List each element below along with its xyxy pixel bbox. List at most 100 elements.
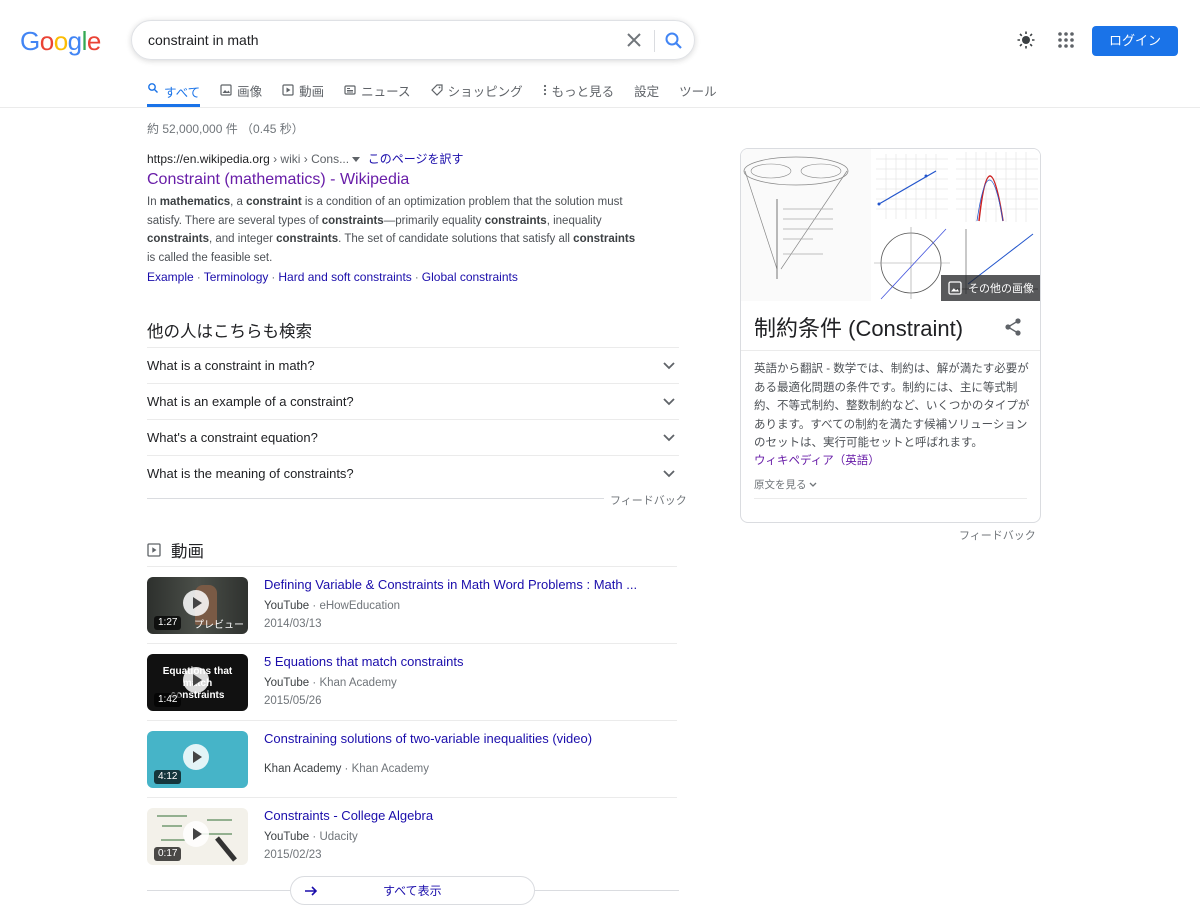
search-icon <box>148 83 158 93</box>
paa-question[interactable]: What is a constraint in math? <box>147 347 679 383</box>
video-date: 2015/02/23 <box>264 849 322 861</box>
sitelinks: Example · Terminology · Hard and soft constr… <box>147 270 518 284</box>
video-duration: 4:12 <box>154 770 182 784</box>
chevron-down-icon <box>663 361 675 369</box>
video-platform: YouTube <box>264 831 310 843</box>
search-box[interactable]: constraint in math <box>131 20 695 60</box>
result-citation: https://en.wikipedia.org › wiki › Cons..… <box>147 150 464 167</box>
tab-label: 動画 <box>299 84 325 99</box>
circle-chart-thumbnail <box>872 225 952 301</box>
google-logo[interactable]: Google <box>20 26 101 57</box>
knowledge-panel-feedback-link[interactable]: フィードバック <box>959 527 1036 543</box>
tab-all[interactable]: すべて <box>147 80 201 107</box>
video-duration: 1:42 <box>154 693 182 707</box>
tab-label: すべて <box>164 86 201 100</box>
image-icon <box>948 281 962 295</box>
result-path: › wiki › Cons... <box>269 152 353 166</box>
tag-icon <box>430 84 443 96</box>
video-channel: Udacity <box>319 831 358 843</box>
logo-letter: e <box>86 26 101 56</box>
video-source: YouTube · eHowEducation <box>264 600 400 612</box>
search-icon[interactable] <box>662 29 686 53</box>
tab-label: ニュース <box>361 84 411 99</box>
translate-link[interactable]: このページを訳す <box>368 152 464 166</box>
video-source: YouTube · Khan Academy <box>264 677 397 689</box>
parabola-chart-thumbnail <box>953 149 1040 224</box>
more-icon <box>543 84 546 96</box>
result-stats: 約 52,000,000 件 （0.45 秒） <box>147 122 304 136</box>
chevron-down-icon <box>663 469 675 477</box>
caret-down-icon[interactable] <box>352 157 361 163</box>
share-icon[interactable] <box>1003 317 1023 337</box>
close-icon[interactable] <box>622 28 646 52</box>
diagram-thumbnail <box>741 149 871 301</box>
video-thumbnail[interactable]: 4:12 <box>147 731 248 788</box>
search-divider <box>654 30 655 52</box>
video-thumbnail[interactable]: Equations that match constraints 1:42 <box>147 654 248 711</box>
sitelink[interactable]: Terminology <box>204 270 269 284</box>
video-icon <box>282 84 294 96</box>
logo-letter: o <box>53 26 68 56</box>
video-title[interactable]: 5 Equations that match constraints <box>264 654 463 669</box>
video-date: 2015/05/26 <box>264 695 322 707</box>
paa-question[interactable]: What's a constraint equation? <box>147 419 679 455</box>
paa-question[interactable]: What is an example of a constraint? <box>147 383 679 419</box>
video-item[interactable]: 0:17 Constraints - College Algebra YouTu… <box>147 797 677 874</box>
apps-grid-icon[interactable] <box>1056 30 1076 50</box>
tab-tools[interactable]: ツール <box>679 80 717 100</box>
chevron-down-icon <box>663 397 675 405</box>
video-duration: 0:17 <box>154 847 182 861</box>
chevron-down-icon <box>663 433 675 441</box>
video-title[interactable]: Constraining solutions of two-variable i… <box>264 731 592 746</box>
paa-question[interactable]: What is the meaning of constraints? <box>147 455 679 491</box>
play-icon <box>183 667 209 693</box>
more-images-button[interactable]: その他の画像 <box>941 275 1040 301</box>
result-snippet: In mathematics, a constraint is a condit… <box>147 196 636 264</box>
tab-videos[interactable]: 動画 <box>282 80 324 100</box>
tab-settings[interactable]: 設定 <box>634 80 659 100</box>
view-original-label: 原文を見る <box>754 479 807 491</box>
tab-shopping[interactable]: ショッピング <box>430 80 523 100</box>
play-icon <box>183 590 209 616</box>
login-button[interactable]: ログイン <box>1092 26 1178 56</box>
sitelink[interactable]: Global constraints <box>422 270 518 284</box>
video-source: YouTube · Udacity <box>264 831 358 843</box>
paa-feedback-link[interactable]: フィードバック <box>604 492 687 508</box>
knowledge-panel-divider <box>741 350 1040 351</box>
image-icon <box>220 84 232 96</box>
brightness-icon[interactable] <box>1016 30 1036 50</box>
video-source: Khan Academy · Khan Academy <box>264 763 429 775</box>
paa-divider <box>147 498 679 499</box>
video-item[interactable]: 4:12 Constraining solutions of two-varia… <box>147 720 677 797</box>
tab-images[interactable]: 画像 <box>220 80 262 100</box>
arrow-right-icon <box>305 885 318 896</box>
paa-question-text: What is a constraint in math? <box>147 358 315 373</box>
video-icon <box>147 543 161 557</box>
video-item[interactable]: 1:27 プレビュー Defining Variable & Constrain… <box>147 566 677 643</box>
tab-more[interactable]: もっと見る <box>543 80 614 100</box>
knowledge-panel-title: 制約条件 (Constraint) <box>754 316 964 341</box>
sitelink-separator: · <box>271 270 276 284</box>
view-original-toggle[interactable]: 原文を見る <box>754 477 817 492</box>
sitelink[interactable]: Hard and soft constraints <box>278 270 411 284</box>
logo-letter: g <box>67 26 82 56</box>
tab-news[interactable]: ニュース <box>344 80 411 100</box>
knowledge-panel-source-link[interactable]: ウィキペディア（英語） <box>754 452 880 468</box>
video-date: 2014/03/13 <box>264 618 322 630</box>
video-thumbnail[interactable]: 1:27 プレビュー <box>147 577 248 634</box>
knowledge-panel-description: 英語から翻訳 - 数学では、制約は、解が満たす必要がある最適化問題の条件です。制… <box>754 363 1030 449</box>
show-all-label: すべて表示 <box>383 884 442 898</box>
sitelink[interactable]: Example <box>147 270 194 284</box>
play-icon <box>183 744 209 770</box>
video-title[interactable]: Defining Variable & Constraints in Math … <box>264 577 637 592</box>
video-platform: YouTube <box>264 677 310 689</box>
show-all-button[interactable]: すべて表示 <box>290 876 535 905</box>
video-thumbnail[interactable]: 0:17 <box>147 808 248 865</box>
tab-label: 設定 <box>634 84 660 99</box>
sitelink-separator: · <box>196 270 201 284</box>
search-input[interactable]: constraint in math <box>148 32 259 48</box>
video-item[interactable]: Equations that match constraints 1:42 5 … <box>147 643 677 720</box>
video-title[interactable]: Constraints - College Algebra <box>264 808 433 823</box>
video-platform: Khan Academy <box>264 763 342 775</box>
result-title[interactable]: Constraint (mathematics) - Wikipedia <box>147 171 409 189</box>
